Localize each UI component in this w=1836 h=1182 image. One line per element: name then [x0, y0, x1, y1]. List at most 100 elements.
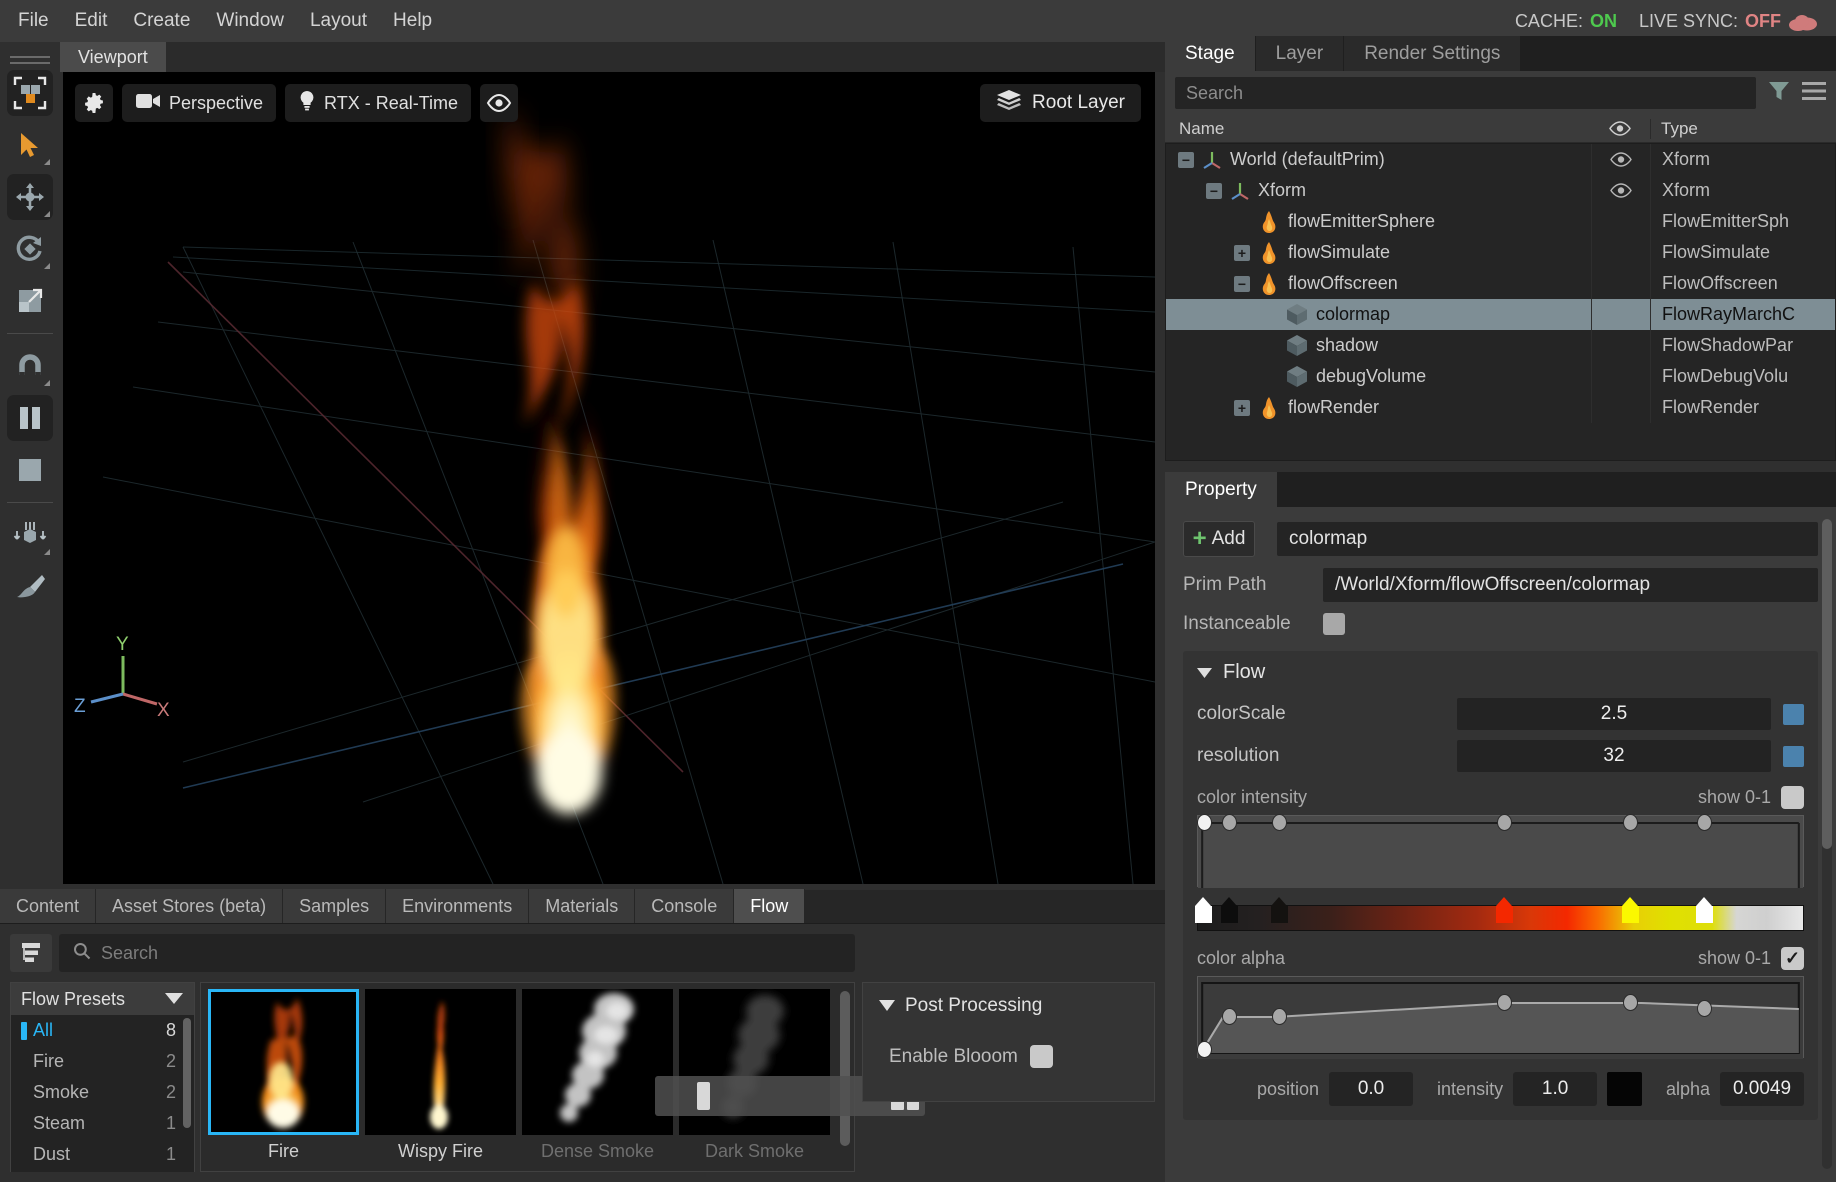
preset-thumb-dense-smoke[interactable]: Dense Smoke: [519, 987, 676, 1165]
tab-asset-stores[interactable]: Asset Stores (beta): [96, 889, 283, 923]
select-prim-tool[interactable]: [7, 70, 53, 116]
viewport-3d-scene[interactable]: Perspective RTX - Real-Time Root Layer Y: [63, 72, 1155, 884]
gradient-stop-5[interactable]: [1696, 897, 1713, 923]
alpha-input[interactable]: 0.0049: [1720, 1072, 1804, 1106]
tree-row-colormap[interactable]: colormap FlowRayMarchC: [1166, 299, 1835, 330]
tab-environments[interactable]: Environments: [386, 889, 529, 923]
visibility-eye-cell[interactable]: [1591, 268, 1651, 299]
menu-file[interactable]: File: [5, 0, 62, 42]
property-scrollbar[interactable]: [1822, 519, 1832, 1169]
tree-row-debugvolume[interactable]: debugVolume FlowDebugVolu: [1166, 361, 1835, 392]
gradient-stop-4[interactable]: [1622, 897, 1639, 923]
alpha-point-4[interactable]: [1623, 994, 1638, 1011]
hamburger-icon[interactable]: [1802, 81, 1826, 106]
colorscale-connect-swatch[interactable]: [1783, 704, 1804, 725]
snap-tool[interactable]: [7, 343, 53, 389]
rotate-tool[interactable]: [7, 226, 53, 272]
color-alpha-show-checkbox[interactable]: ✓: [1781, 947, 1804, 970]
color-intensity-show-checkbox[interactable]: [1781, 786, 1804, 809]
stop-playback-tool[interactable]: [7, 447, 53, 493]
visibility-eye-cell[interactable]: [1591, 361, 1651, 392]
live-sync-status[interactable]: LIVE SYNC: OFF: [1639, 11, 1818, 32]
position-input[interactable]: 0.0: [1329, 1072, 1413, 1106]
menu-create[interactable]: Create: [120, 0, 203, 42]
tab-stage[interactable]: Stage: [1165, 36, 1256, 71]
curve-point-2[interactable]: [1272, 814, 1287, 831]
stage-tree[interactable]: − World (defaultPrim) Xform − Xform: [1165, 143, 1836, 461]
color-swatch-preview[interactable]: [1607, 1072, 1642, 1106]
tree-row-flowsimulate[interactable]: + flowSimulate FlowSimulate: [1166, 237, 1835, 268]
stage-search-input[interactable]: Search: [1175, 77, 1756, 109]
physics-drop-tool[interactable]: [7, 512, 53, 558]
curve-point-1[interactable]: [1222, 814, 1237, 831]
tree-row-shadow[interactable]: shadow FlowShadowPar: [1166, 330, 1835, 361]
scrollbar-thumb[interactable]: [1822, 519, 1832, 849]
resolution-connect-swatch[interactable]: [1783, 746, 1804, 767]
visibility-eye-cell[interactable]: [1591, 330, 1651, 361]
gear-icon[interactable]: [75, 84, 113, 122]
expander-toggle[interactable]: +: [1234, 400, 1250, 416]
curve-point-4[interactable]: [1623, 814, 1638, 831]
scrollbar-thumb[interactable]: [697, 1082, 710, 1110]
preset-category-all[interactable]: All 8: [11, 1015, 194, 1046]
visibility-eye-icon[interactable]: [1591, 144, 1651, 175]
color-gradient-ramp[interactable]: [1197, 891, 1804, 933]
alpha-point-0[interactable]: [1197, 1041, 1212, 1058]
root-layer-button[interactable]: Root Layer: [980, 84, 1141, 122]
flow-search-input[interactable]: Search: [59, 934, 855, 972]
color-alpha-curve[interactable]: [1197, 976, 1804, 1058]
renderer-selector[interactable]: RTX - Real-Time: [285, 84, 471, 122]
curve-point-0[interactable]: [1197, 814, 1212, 831]
camera-selector[interactable]: Perspective: [122, 84, 276, 122]
prim-path-input[interactable]: /World/Xform/flowOffscreen/colormap: [1323, 568, 1818, 602]
visibility-eye-cell[interactable]: [1591, 237, 1651, 268]
alpha-point-5[interactable]: [1697, 1000, 1712, 1017]
alpha-point-3[interactable]: [1497, 994, 1512, 1011]
gradient-stop-0[interactable]: [1195, 897, 1212, 923]
preset-category-fire[interactable]: Fire 2: [11, 1046, 194, 1077]
tab-render-settings[interactable]: Render Settings: [1344, 36, 1521, 71]
visibility-eye-cell[interactable]: [1591, 392, 1651, 423]
pause-playback-tool[interactable]: [7, 395, 53, 441]
post-processing-header[interactable]: Post Processing: [863, 983, 1154, 1017]
gradient-stop-2[interactable]: [1271, 897, 1288, 923]
tree-row-xform[interactable]: − Xform Xform: [1166, 175, 1835, 206]
expander-toggle[interactable]: −: [1234, 276, 1250, 292]
visibility-eye-icon[interactable]: [1591, 175, 1651, 206]
tree-view-icon[interactable]: [10, 934, 52, 972]
flow-section-header[interactable]: Flow: [1197, 661, 1804, 684]
tab-viewport[interactable]: Viewport: [60, 42, 166, 72]
tab-layer[interactable]: Layer: [1256, 36, 1345, 71]
tree-row-world[interactable]: − World (defaultPrim) Xform: [1166, 144, 1835, 175]
expander-toggle[interactable]: −: [1206, 183, 1222, 199]
filter-icon[interactable]: [1768, 80, 1790, 107]
gradient-stop-1[interactable]: [1221, 897, 1238, 923]
instanceable-checkbox[interactable]: [1323, 613, 1345, 635]
gradient-stop-3[interactable]: [1496, 897, 1513, 923]
flow-presets-list[interactable]: All 8 Fire 2 Smoke 2 Steam 1: [11, 1015, 194, 1172]
menu-layout[interactable]: Layout: [297, 0, 380, 42]
toolbar-drag-handle[interactable]: [10, 56, 50, 64]
presets-scrollbar[interactable]: [183, 1018, 191, 1128]
tab-flow[interactable]: Flow: [734, 889, 805, 923]
curve-point-5[interactable]: [1697, 814, 1712, 831]
menu-window[interactable]: Window: [203, 0, 297, 42]
eye-icon[interactable]: [480, 84, 518, 122]
triangle-down-icon[interactable]: [1197, 661, 1212, 684]
chevron-down-icon[interactable]: [164, 989, 184, 1010]
add-button[interactable]: + Add: [1183, 521, 1255, 557]
tab-property[interactable]: Property: [1165, 472, 1278, 507]
flow-presets-header[interactable]: Flow Presets: [11, 983, 194, 1015]
preset-category-smoke[interactable]: Smoke 2: [11, 1077, 194, 1108]
color-intensity-curve[interactable]: [1197, 815, 1804, 887]
preset-category-steam[interactable]: Steam 1: [11, 1108, 194, 1139]
paint-tool[interactable]: [7, 564, 53, 610]
expander-toggle[interactable]: −: [1178, 152, 1194, 168]
scale-tool[interactable]: [7, 278, 53, 324]
tree-row-flowoffscreen[interactable]: − flowOffscreen FlowOffscreen: [1166, 268, 1835, 299]
preset-thumb-wispy-fire[interactable]: Wispy Fire: [362, 987, 519, 1165]
curve-point-3[interactable]: [1497, 814, 1512, 831]
triangle-down-icon[interactable]: [879, 995, 895, 1017]
menu-help[interactable]: Help: [380, 0, 445, 42]
tab-materials[interactable]: Materials: [529, 889, 635, 923]
